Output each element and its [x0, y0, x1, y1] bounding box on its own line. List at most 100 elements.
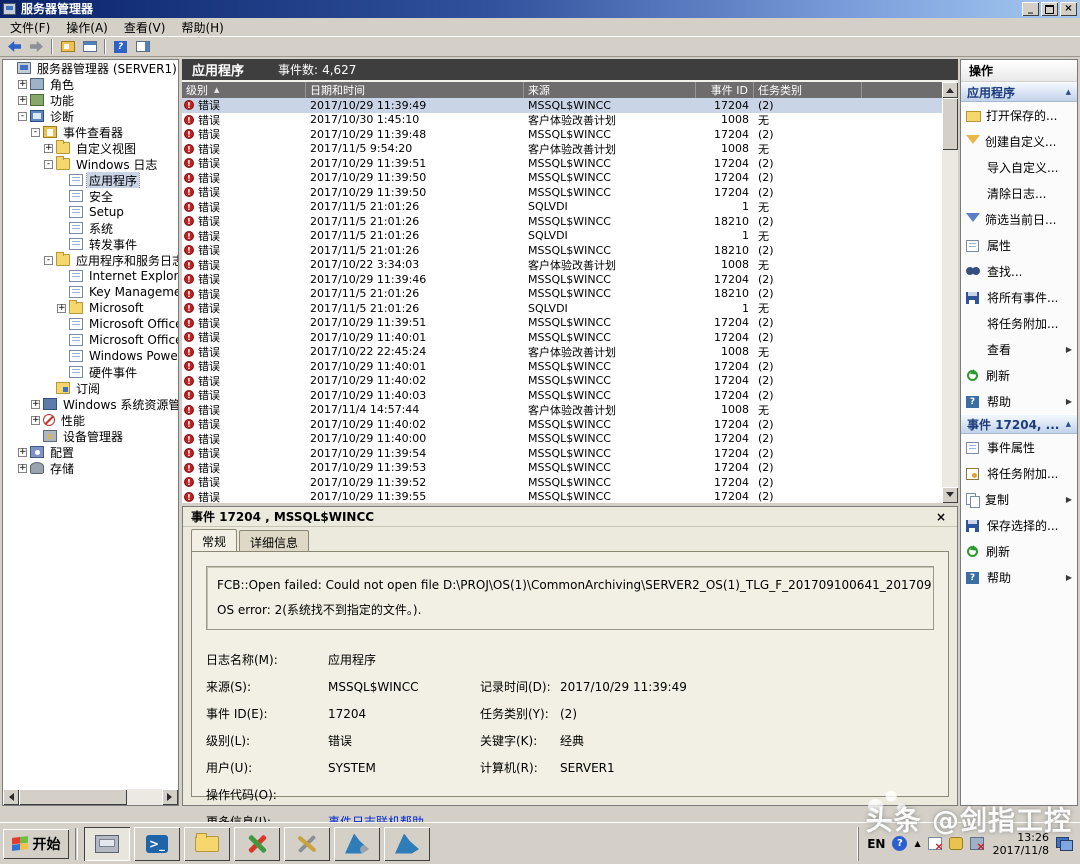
action-item[interactable]: 筛选当前日... [961, 206, 1077, 232]
scroll-left-button[interactable] [3, 789, 19, 805]
tree-item[interactable]: Microsoft Office S [3, 332, 178, 348]
expand-plus-icon[interactable]: + [31, 400, 40, 409]
collapse-minus-icon[interactable]: - [44, 256, 53, 265]
show-hidden-icons-chevron[interactable]: ▲ [914, 839, 920, 848]
event-row[interactable]: !错误2017/11/5 21:01:26SQLVDI1无 [182, 301, 942, 316]
expand-plus-icon[interactable]: + [18, 448, 27, 457]
event-row[interactable]: !错误2017/10/29 11:40:01MSSQL$WINCC17204(2… [182, 359, 942, 374]
taskbar-button-explorer[interactable] [184, 827, 230, 861]
event-row[interactable]: !错误2017/10/29 11:39:52MSSQL$WINCC17204(2… [182, 475, 942, 490]
tray-status-icon-3[interactable] [970, 837, 984, 850]
start-button[interactable]: 开始 [3, 829, 69, 859]
event-row[interactable]: !错误2017/10/29 11:40:02MSSQL$WINCC17204(2… [182, 417, 942, 432]
tree-item[interactable]: Internet Explorer [3, 268, 178, 284]
minimize-button[interactable]: _ [1022, 2, 1039, 16]
event-row[interactable]: !错误2017/11/5 21:01:26MSSQL$WINCC18210(2) [182, 287, 942, 302]
action-item[interactable]: 将任务附加... [961, 460, 1077, 486]
action-item[interactable]: 帮助▶ [961, 564, 1077, 590]
action-section-header[interactable]: 应用程序▲ [961, 82, 1077, 102]
tree-item[interactable]: +存储 [3, 460, 178, 476]
taskbar-button-server-manager[interactable] [84, 827, 130, 861]
action-item[interactable]: 刷新 [961, 362, 1077, 388]
tree-item[interactable]: -Windows 日志 [3, 156, 178, 172]
action-section-header[interactable]: 事件 17204, ...▲ [961, 414, 1077, 434]
expand-plus-icon[interactable]: + [18, 80, 27, 89]
scroll-thumb[interactable] [942, 98, 958, 150]
collapse-minus-icon[interactable]: - [44, 160, 53, 169]
scroll-down-button[interactable] [942, 487, 958, 503]
event-row[interactable]: !错误2017/11/4 14:57:44客户体验改善计划1008无 [182, 403, 942, 418]
scroll-right-button[interactable] [162, 789, 178, 805]
action-item[interactable]: 将所有事件... [961, 284, 1077, 310]
forward-button[interactable] [26, 38, 47, 56]
tree-item[interactable]: -应用程序和服务日志 [3, 252, 178, 268]
expand-plus-icon[interactable]: + [44, 144, 53, 153]
action-item[interactable]: 导入自定义... [961, 154, 1077, 180]
tray-status-icon-1[interactable] [928, 837, 942, 850]
event-row[interactable]: !错误2017/10/29 11:39:50MSSQL$WINCC17204(2… [182, 171, 942, 186]
taskbar-button-admin-tools[interactable] [284, 827, 330, 861]
event-row[interactable]: !错误2017/10/29 11:39:49MSSQL$WINCC17204(2… [182, 98, 942, 113]
action-item[interactable]: 帮助▶ [961, 388, 1077, 414]
tree-item[interactable]: 硬件事件 [3, 364, 178, 380]
action-item[interactable]: 清除日志... [961, 180, 1077, 206]
tree-item[interactable]: 设备管理器 [3, 428, 178, 444]
preview-close-icon[interactable]: × [933, 510, 949, 524]
collapse-minus-icon[interactable]: - [18, 112, 27, 121]
tree-horizontal-scrollbar[interactable] [3, 789, 178, 805]
tree-item[interactable]: 订阅 [3, 380, 178, 396]
event-row[interactable]: !错误2017/10/29 11:39:51MSSQL$WINCC17204(2… [182, 156, 942, 171]
tree-item[interactable]: Key Management Ser [3, 284, 178, 300]
close-button[interactable]: × [1060, 2, 1077, 16]
column-header[interactable]: 日期和时间 [306, 82, 524, 98]
event-row[interactable]: !错误2017/10/22 22:45:24客户体验改善计划1008无 [182, 345, 942, 360]
action-item[interactable]: 查看▶ [961, 336, 1077, 362]
tree-item[interactable]: +功能 [3, 92, 178, 108]
console-button[interactable] [79, 38, 100, 56]
tree-item[interactable]: +Windows 系统资源管理器 [3, 396, 178, 412]
scroll-thumb[interactable] [19, 789, 127, 805]
event-row[interactable]: !错误2017/11/5 21:01:26MSSQL$WINCC18210(2) [182, 243, 942, 258]
menu-item[interactable]: 操作(A) [58, 17, 116, 38]
event-row[interactable]: !错误2017/10/30 1:45:10客户体验改善计划1008无 [182, 113, 942, 128]
column-header[interactable]: 级别▲ [182, 82, 306, 98]
tray-status-icon-2[interactable] [949, 837, 963, 850]
back-button[interactable] [4, 38, 25, 56]
taskbar-button-powershell[interactable] [134, 827, 180, 861]
tree-item[interactable]: Setup [3, 204, 178, 220]
tree-item[interactable]: -诊断 [3, 108, 178, 124]
show-tree-button[interactable] [57, 38, 78, 56]
tree-item[interactable]: +角色 [3, 76, 178, 92]
action-item[interactable]: 复制▶ [961, 486, 1077, 512]
event-row[interactable]: !错误2017/10/29 11:39:46MSSQL$WINCC17204(2… [182, 272, 942, 287]
action-item[interactable]: 事件属性 [961, 434, 1077, 460]
menu-item[interactable]: 查看(V) [116, 17, 174, 38]
tree-item[interactable]: +自定义视图 [3, 140, 178, 156]
restore-button[interactable] [1041, 2, 1058, 16]
action-item[interactable]: 刷新 [961, 538, 1077, 564]
event-row[interactable]: !错误2017/10/29 11:40:00MSSQL$WINCC17204(2… [182, 432, 942, 447]
column-header[interactable]: 事件 ID [696, 82, 754, 98]
tree-item[interactable]: +Microsoft [3, 300, 178, 316]
menu-item[interactable]: 帮助(H) [173, 17, 231, 38]
event-row[interactable]: !错误2017/10/29 11:39:48MSSQL$WINCC17204(2… [182, 127, 942, 142]
event-row[interactable]: !错误2017/11/5 21:01:26SQLVDI1无 [182, 229, 942, 244]
expand-plus-icon[interactable]: + [18, 96, 27, 105]
list-vertical-scrollbar[interactable] [942, 82, 958, 503]
action-item[interactable]: 打开保存的... [961, 102, 1077, 128]
expand-plus-icon[interactable]: + [57, 304, 66, 313]
expand-plus-icon[interactable]: + [18, 464, 27, 473]
taskbar-button-wincc-runtime[interactable] [234, 827, 280, 861]
event-row[interactable]: !错误2017/11/5 9:54:20客户体验改善计划1008无 [182, 142, 942, 157]
event-row[interactable]: !错误2017/10/22 3:34:03客户体验改善计划1008无 [182, 258, 942, 273]
tab-details[interactable]: 详细信息 [239, 530, 309, 551]
expand-plus-icon[interactable]: + [31, 416, 40, 425]
tree-item[interactable]: 转发事件 [3, 236, 178, 252]
action-item[interactable]: 保存选择的... [961, 512, 1077, 538]
tree-item[interactable]: 服务器管理器 (SERVER1) [3, 60, 178, 76]
collapse-minus-icon[interactable]: - [31, 128, 40, 137]
event-row[interactable]: !错误2017/10/29 11:39:55MSSQL$WINCC17204(2… [182, 490, 942, 504]
event-row[interactable]: !错误2017/10/29 11:39:54MSSQL$WINCC17204(2… [182, 446, 942, 461]
taskbar-button-wincc-explorer[interactable] [334, 827, 380, 861]
tree-item[interactable]: +性能 [3, 412, 178, 428]
